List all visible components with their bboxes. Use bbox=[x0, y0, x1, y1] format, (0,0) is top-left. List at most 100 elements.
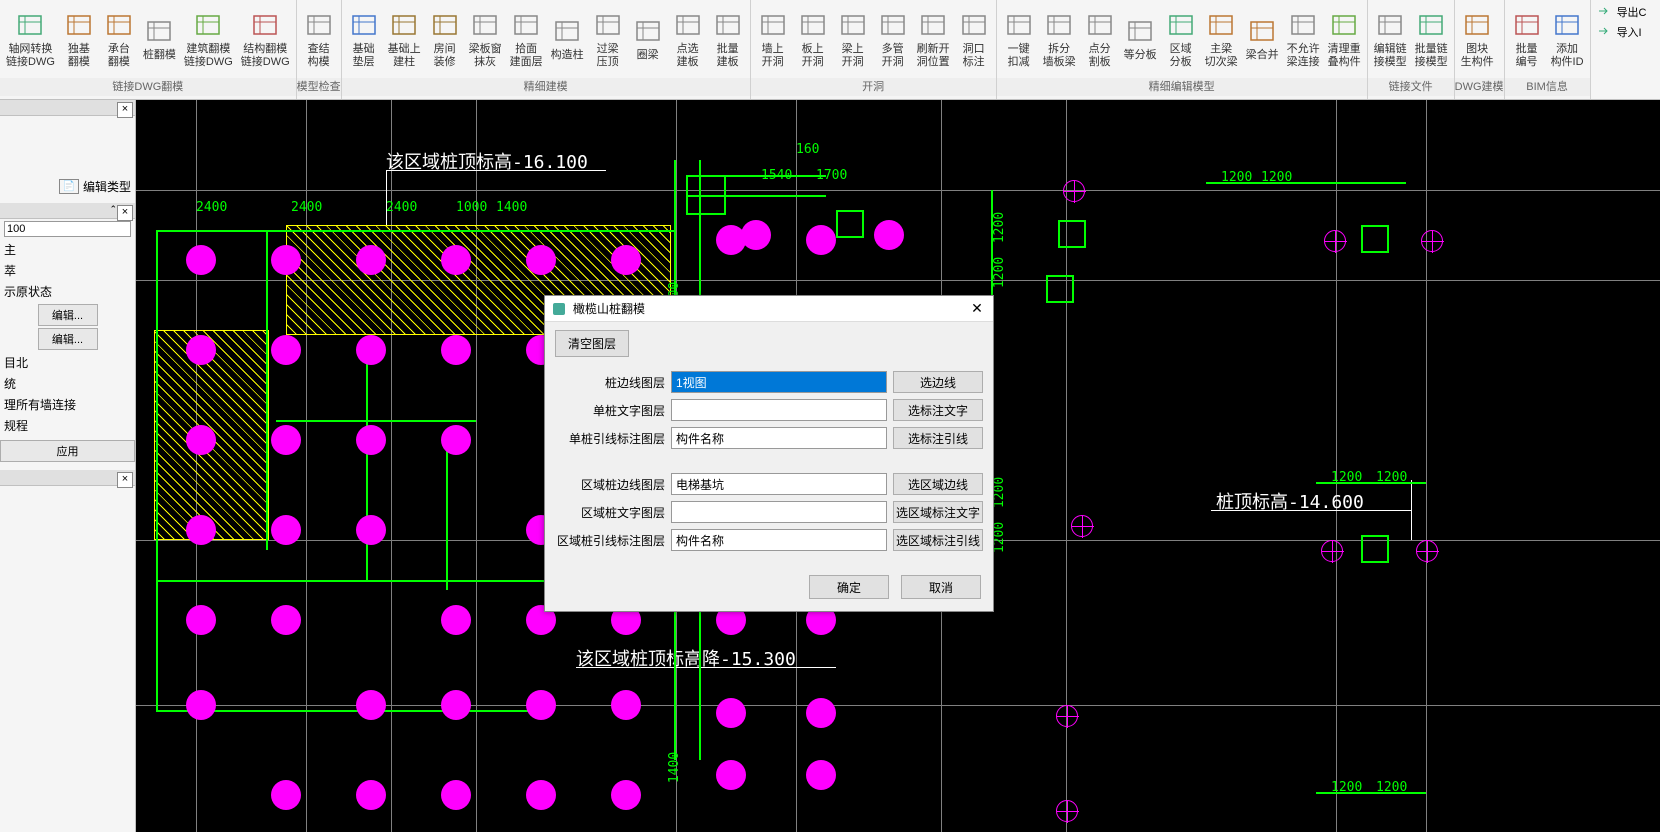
ribbon-button[interactable]: 添加 构件ID bbox=[1547, 2, 1588, 76]
edit-type-icon[interactable]: 📄 bbox=[59, 179, 79, 194]
panel-item[interactable]: 萃 bbox=[0, 260, 135, 281]
ribbon-button[interactable]: 板上 开洞 bbox=[793, 2, 833, 76]
ribbon-icon bbox=[1461, 9, 1493, 41]
ribbon-button-label: 清理重 叠构件 bbox=[1328, 43, 1361, 69]
ribbon-button[interactable]: 轴网转换 链接DWG bbox=[2, 2, 59, 76]
pick-button[interactable]: 选区域标注文字 bbox=[893, 501, 983, 523]
ribbon-button[interactable]: 独基 翻模 bbox=[59, 2, 99, 76]
ribbon-small-button[interactable]: 导入I bbox=[1593, 22, 1651, 42]
ribbon-button[interactable]: 批量 建板 bbox=[708, 2, 748, 76]
panel-close-button-2[interactable]: × bbox=[117, 205, 133, 221]
ribbon-button[interactable]: 多管 开洞 bbox=[873, 2, 913, 76]
ribbon-icon bbox=[1287, 9, 1319, 41]
layer-input[interactable] bbox=[671, 473, 887, 495]
pile-marker bbox=[741, 220, 771, 250]
panel-item[interactable]: 主 bbox=[0, 239, 135, 260]
cad-dim: 2400 bbox=[196, 200, 227, 215]
apply-button[interactable]: 应用 bbox=[0, 440, 135, 462]
ribbon-small-button[interactable]: 导出C bbox=[1593, 2, 1651, 22]
ribbon-button[interactable]: 刷新开 洞位置 bbox=[913, 2, 954, 76]
ribbon-button[interactable]: 等分板 bbox=[1120, 2, 1161, 76]
panel-item[interactable]: 统 bbox=[0, 373, 135, 394]
ribbon-button[interactable]: 图块 生构件 bbox=[1457, 2, 1498, 76]
pick-button[interactable]: 选区域边线 bbox=[893, 473, 983, 495]
ribbon-button-label: 等分板 bbox=[1124, 49, 1157, 62]
panel-close-button[interactable]: × bbox=[117, 102, 133, 118]
export-icon bbox=[1597, 4, 1613, 20]
ribbon-button[interactable]: 点选 建板 bbox=[668, 2, 708, 76]
panel-item[interactable]: 示原状态 bbox=[0, 281, 135, 302]
ribbon-button[interactable]: 梁板窗 抹灰 bbox=[465, 2, 506, 76]
pick-button[interactable]: 选区域标注引线 bbox=[893, 529, 983, 551]
ribbon-button[interactable]: 构造柱 bbox=[547, 2, 588, 76]
collapse-icon[interactable]: ⌃ bbox=[109, 204, 117, 215]
panel-item[interactable]: 规程 bbox=[0, 415, 135, 436]
edit-button-2[interactable]: 编辑... bbox=[38, 328, 98, 350]
green-line-h bbox=[686, 175, 826, 177]
ribbon-button[interactable]: 批量链 接模型 bbox=[1411, 2, 1452, 76]
ribbon-button-label: 梁板窗 抹灰 bbox=[469, 43, 502, 69]
ribbon-button[interactable]: 墙上 开洞 bbox=[753, 2, 793, 76]
ribbon-group-label: DWG建模 bbox=[1455, 78, 1504, 96]
ribbon-button[interactable]: 建筑翻模 链接DWG bbox=[180, 2, 237, 76]
cancel-button[interactable]: 取消 bbox=[901, 575, 981, 599]
pile-marker bbox=[271, 605, 301, 635]
ribbon-button[interactable]: 点分 割板 bbox=[1080, 2, 1120, 76]
ribbon-button-label: 基础上 建柱 bbox=[388, 43, 421, 69]
pile-marker bbox=[806, 760, 836, 790]
pick-button[interactable]: 选标注引线 bbox=[893, 427, 983, 449]
ribbon-button[interactable]: 圈梁 bbox=[628, 2, 668, 76]
ribbon-button[interactable]: 区域 分板 bbox=[1161, 2, 1201, 76]
ribbon-button[interactable]: 梁合并 bbox=[1242, 2, 1283, 76]
ribbon-button[interactable]: 梁上 开洞 bbox=[833, 2, 873, 76]
ribbon-button[interactable]: 洞口 标注 bbox=[954, 2, 994, 76]
value-input[interactable] bbox=[4, 221, 131, 237]
ribbon-button[interactable]: 不允许 梁连接 bbox=[1283, 2, 1324, 76]
ribbon-group: 图块 生构件 DWG建模 bbox=[1455, 0, 1505, 99]
ribbon-icon bbox=[1511, 9, 1543, 41]
ribbon-button-label: 一键 扣减 bbox=[1008, 43, 1030, 69]
layer-input[interactable] bbox=[671, 501, 887, 523]
layer-input[interactable] bbox=[671, 371, 887, 393]
ribbon-button[interactable]: 拆分 墙板梁 bbox=[1039, 2, 1080, 76]
ribbon-button-label: 构造柱 bbox=[551, 49, 584, 62]
panel-item[interactable]: 目北 bbox=[0, 352, 135, 373]
pick-button[interactable]: 选标注文字 bbox=[893, 399, 983, 421]
ribbon-button-label: 梁上 开洞 bbox=[842, 43, 864, 69]
panel-close-button-3[interactable]: × bbox=[117, 472, 133, 488]
ribbon-button[interactable]: 拾面 建面层 bbox=[506, 2, 547, 76]
ribbon-button[interactable]: 主梁 切次梁 bbox=[1201, 2, 1242, 76]
ribbon-button[interactable]: 查结 构模 bbox=[299, 2, 339, 76]
clear-layers-button[interactable]: 清空图层 bbox=[555, 330, 629, 357]
ribbon-button[interactable]: 过梁 压顶 bbox=[588, 2, 628, 76]
ribbon-button[interactable]: 基础上 建柱 bbox=[384, 2, 425, 76]
ribbon-button[interactable]: 房间 装修 bbox=[425, 2, 465, 76]
panel-item[interactable]: 理所有墙连接 bbox=[0, 394, 135, 415]
ribbon-button-label: 桩翻模 bbox=[143, 49, 176, 62]
layer-input[interactable] bbox=[671, 427, 887, 449]
dialog-close-button[interactable]: ✕ bbox=[967, 299, 987, 319]
green-line-v bbox=[446, 430, 448, 590]
pile-marker bbox=[356, 780, 386, 810]
ribbon-button[interactable]: 结构翻模 链接DWG bbox=[237, 2, 294, 76]
ribbon-button[interactable]: 批量 编号 bbox=[1507, 2, 1547, 76]
green-line-v bbox=[991, 190, 993, 300]
pick-button[interactable]: 选边线 bbox=[893, 371, 983, 393]
ribbon-button[interactable]: 承台 翻模 bbox=[99, 2, 139, 76]
ribbon-button-label: 梁合并 bbox=[1246, 49, 1279, 62]
ribbon-button[interactable]: 基础 垫层 bbox=[344, 2, 384, 76]
field-label: 桩边线图层 bbox=[555, 374, 665, 391]
ribbon-button[interactable]: 清理重 叠构件 bbox=[1324, 2, 1365, 76]
edit-button[interactable]: 编辑... bbox=[38, 304, 98, 326]
ribbon-button[interactable]: 一键 扣减 bbox=[999, 2, 1039, 76]
edit-type-label[interactable]: 编辑类型 bbox=[83, 178, 131, 195]
field-label: 单桩引线标注图层 bbox=[555, 430, 665, 447]
ribbon-button[interactable]: 桩翻模 bbox=[139, 2, 180, 76]
ribbon-button-label: 过梁 压顶 bbox=[597, 43, 619, 69]
ok-button[interactable]: 确定 bbox=[809, 575, 889, 599]
ribbon-button[interactable]: 编辑链 接模型 bbox=[1370, 2, 1411, 76]
cross-marker bbox=[1421, 230, 1443, 252]
dialog-titlebar[interactable]: 橄榄山桩翻模 ✕ bbox=[545, 296, 993, 322]
layer-input[interactable] bbox=[671, 529, 887, 551]
layer-input[interactable] bbox=[671, 399, 887, 421]
